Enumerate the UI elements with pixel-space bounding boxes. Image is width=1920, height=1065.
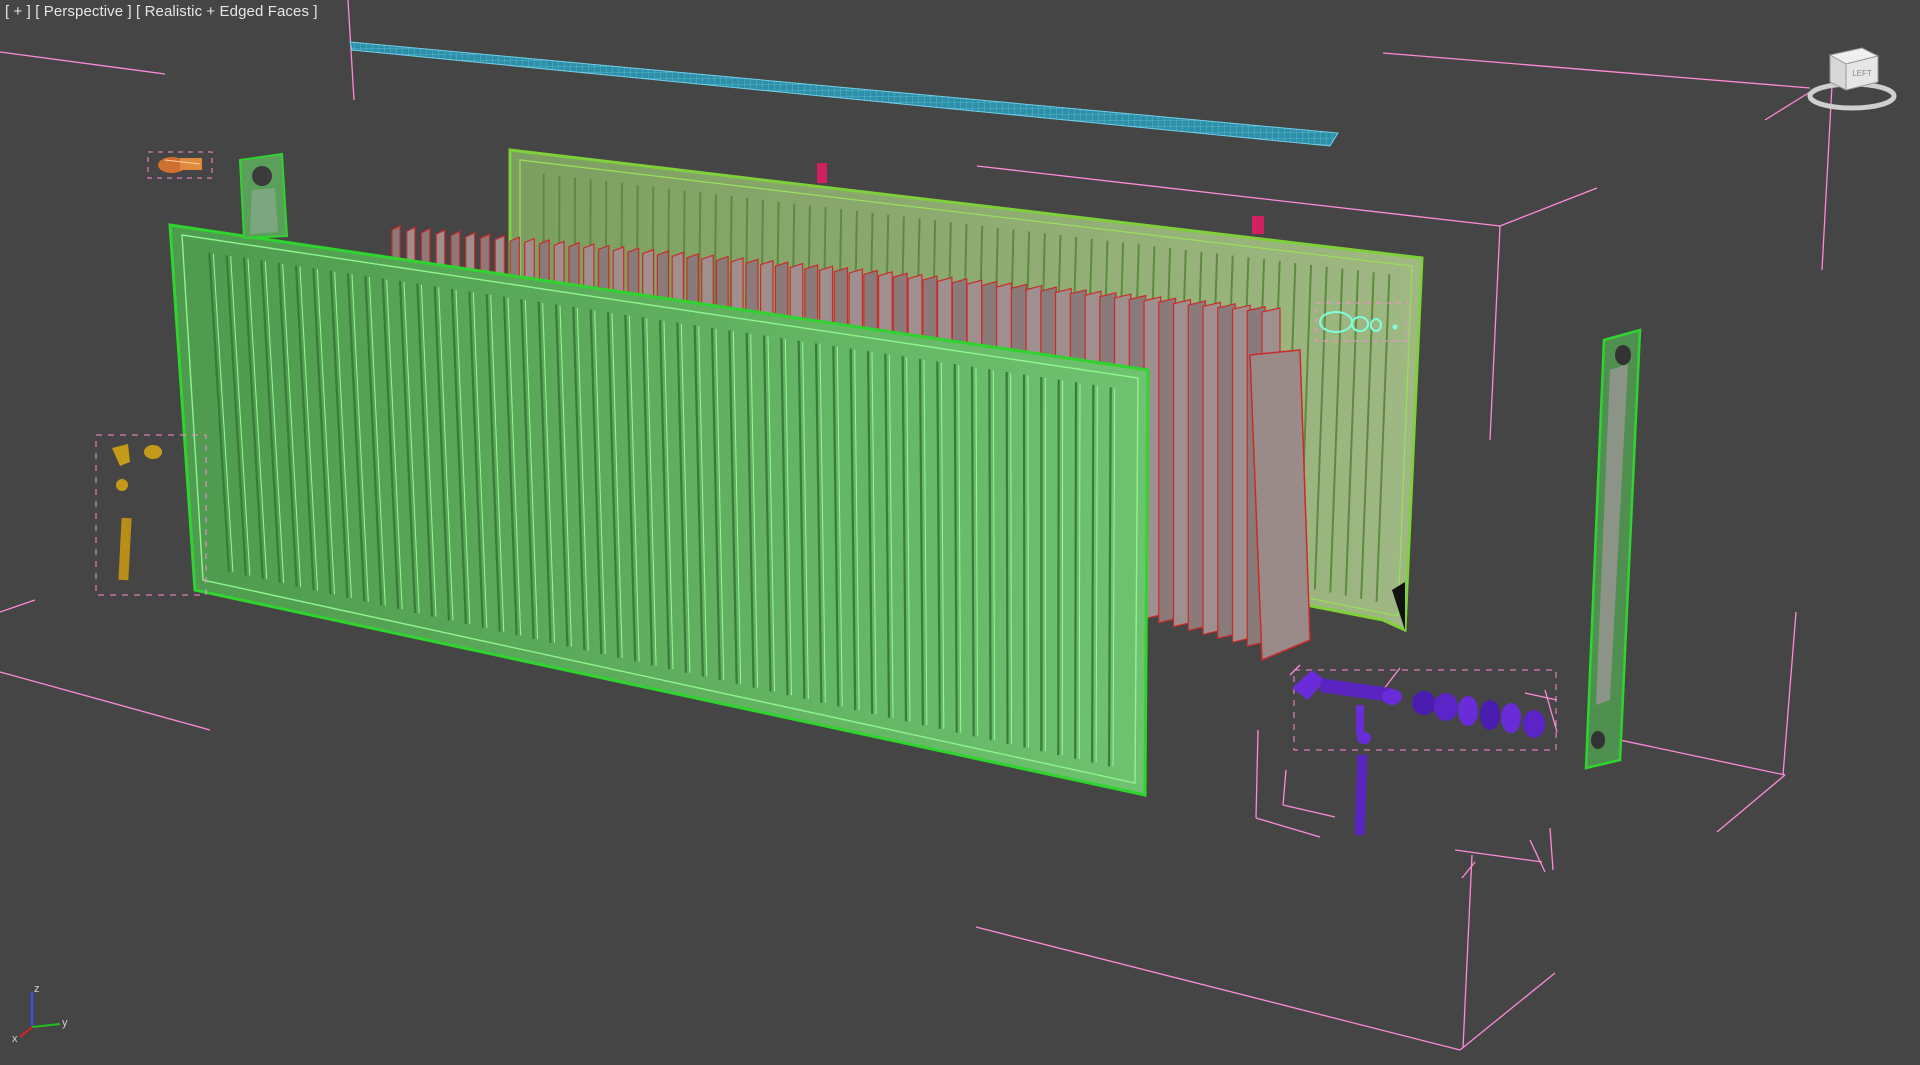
- front-panel-rib: [1074, 382, 1078, 759]
- top-grille[interactable]: [349, 41, 1339, 147]
- viewcube-face-label: LEFT: [1852, 69, 1872, 78]
- bleed-plug[interactable]: [147, 151, 213, 179]
- scene-canvas[interactable]: [0, 0, 1920, 1065]
- front-panel-rib: [1005, 371, 1009, 744]
- axis-x-label: x: [12, 1033, 18, 1042]
- viewcube-icon[interactable]: LEFT: [1800, 40, 1900, 120]
- front-panel-rib: [1091, 384, 1095, 763]
- perspective-viewport[interactable]: [ + ] [ Perspective ] [ Realistic + Edge…: [0, 0, 1920, 1065]
- axis-y-label: y: [62, 1017, 68, 1029]
- side-cap-right[interactable]: [1584, 328, 1642, 770]
- axis-z-label: z: [34, 983, 40, 995]
- valve-assembly[interactable]: [1292, 669, 1557, 836]
- front-panel-rib: [988, 369, 992, 741]
- axis-tripod-icon: z y x: [12, 983, 68, 1042]
- side-cap-left[interactable]: [238, 152, 289, 240]
